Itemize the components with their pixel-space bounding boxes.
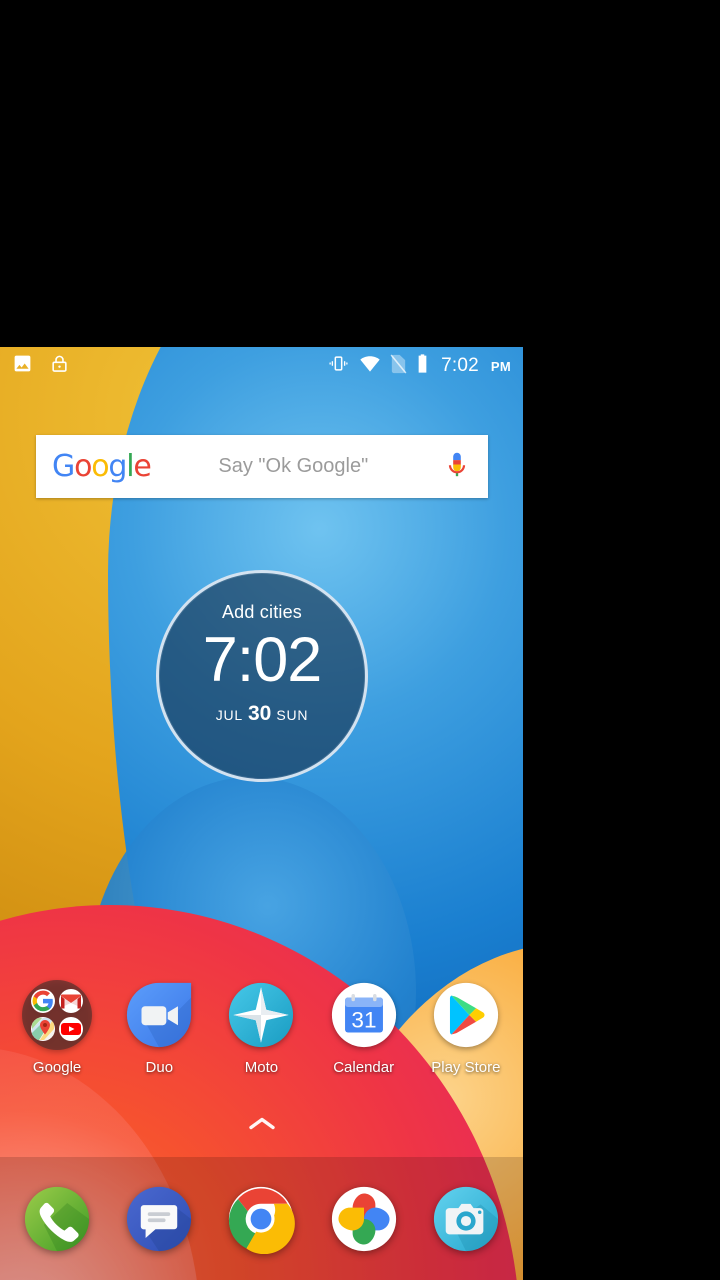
folder-grid: [22, 980, 93, 1050]
widget-weekday: SUN: [276, 706, 309, 723]
google-play-store-icon[interactable]: [431, 980, 501, 1050]
screenshot-image-icon: [12, 353, 33, 379]
home-screen-app-row: Google Duo Moto 31 Calendar Play Store: [0, 980, 523, 1076]
moto-icon[interactable]: [226, 980, 296, 1050]
dock-app-camera[interactable]: [422, 1184, 510, 1254]
google-duo-icon[interactable]: [124, 980, 194, 1050]
dock-app-photos[interactable]: [320, 1184, 408, 1254]
app-duo[interactable]: Duo: [113, 980, 205, 1076]
google-search-bar[interactable]: Google Say "Ok Google": [36, 435, 488, 498]
widget-time: 7:02: [202, 625, 323, 695]
chrome-icon[interactable]: [226, 1184, 296, 1254]
google-logo-letter-4: l: [126, 448, 134, 484]
app-calendar[interactable]: 31 Calendar: [318, 980, 410, 1076]
dock-app-messages[interactable]: [115, 1184, 203, 1254]
google-logo-letter-2: o: [91, 448, 109, 484]
add-cities-label[interactable]: Add cities: [222, 602, 302, 623]
google-folder-icon[interactable]: [22, 980, 93, 1050]
status-bar-notifications[interactable]: [12, 353, 69, 379]
google-calendar-icon[interactable]: 31: [329, 980, 399, 1050]
clock-widget[interactable]: Add cities 7:02 JUL 30 SUN: [156, 570, 368, 782]
status-bar-system-icons[interactable]: 7:02 PM: [327, 353, 511, 379]
status-bar-ampm: PM: [490, 358, 511, 374]
google-logo: Google: [52, 448, 152, 484]
dock: [0, 1157, 523, 1280]
google-logo-letter-5: e: [133, 448, 151, 484]
messages-icon[interactable]: [124, 1184, 194, 1254]
microphone-icon[interactable]: [442, 451, 472, 483]
battery-icon: [416, 353, 429, 379]
app-label: Play Store: [431, 1059, 501, 1076]
app-label: Duo: [145, 1059, 174, 1076]
no-sim-icon: [390, 353, 407, 379]
vibrate-icon: [327, 354, 350, 378]
widget-date: JUL 30 SUN: [216, 702, 309, 726]
status-bar[interactable]: 7:02 PM: [0, 347, 523, 385]
search-input[interactable]: Say "Ok Google": [151, 455, 442, 478]
google-maps-icon: [31, 1016, 56, 1041]
app-label: Google: [32, 1059, 82, 1076]
camera-icon[interactable]: [431, 1184, 501, 1254]
widget-month: JUL: [215, 706, 243, 723]
svg-text:31: 31: [351, 1007, 376, 1032]
widget-day: 30: [247, 701, 272, 725]
app-label: Moto: [244, 1059, 279, 1076]
app-moto[interactable]: Moto: [215, 980, 307, 1076]
youtube-icon: [58, 1016, 83, 1041]
phone-icon[interactable]: [22, 1184, 92, 1254]
google-logo-letter-1: o: [74, 448, 92, 484]
app-google[interactable]: Google: [11, 980, 103, 1076]
gmail-icon: [58, 989, 83, 1014]
google-logo-letter-3: g: [108, 448, 127, 484]
phone-screen: 7:02 PM Google Say "Ok Google" Add citie…: [0, 347, 523, 1280]
google-search-icon: [31, 989, 56, 1014]
app-drawer-chevron-up-icon: [248, 1117, 275, 1130]
google-logo-letter-0: G: [52, 448, 75, 484]
app-label: Calendar: [333, 1059, 395, 1076]
dock-app-phone[interactable]: [13, 1184, 101, 1254]
dock-app-chrome[interactable]: [217, 1184, 305, 1254]
google-photos-icon[interactable]: [329, 1184, 399, 1254]
app-play-store[interactable]: Play Store: [420, 980, 512, 1076]
app-drawer-handle[interactable]: [0, 1115, 523, 1133]
screen-lock-icon: [50, 353, 69, 379]
wifi-icon: [359, 355, 381, 377]
status-bar-clock: 7:02: [441, 355, 479, 376]
